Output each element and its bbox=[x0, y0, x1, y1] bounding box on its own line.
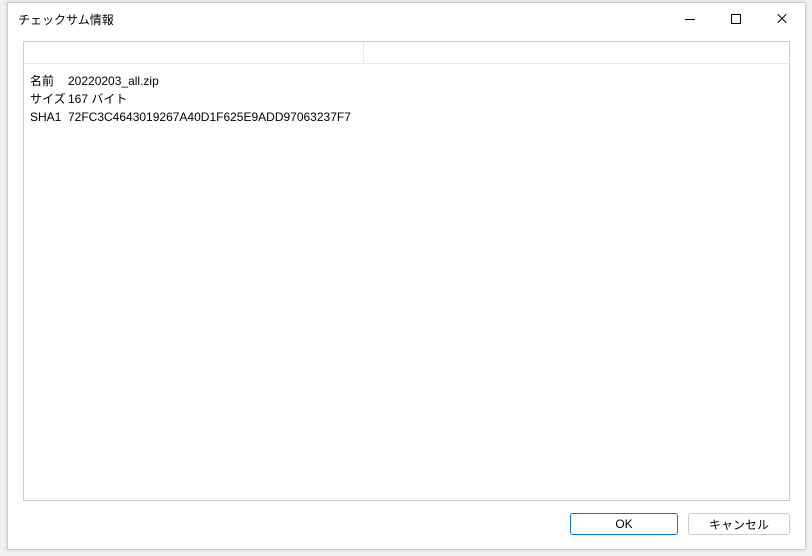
dialog-window: チェックサム情報 名前 20220203_all.zip サイズ 167 バイ bbox=[7, 2, 806, 550]
minimize-button[interactable] bbox=[667, 3, 713, 35]
label-size: サイズ bbox=[30, 90, 68, 108]
column-header bbox=[24, 42, 789, 64]
info-row-size: サイズ 167 バイト bbox=[30, 90, 783, 108]
value-size: 167 バイト bbox=[68, 90, 783, 108]
info-row-sha1: SHA1 72FC3C4643019267A40D1F625E9ADD97063… bbox=[30, 108, 783, 126]
close-button[interactable] bbox=[759, 3, 805, 35]
info-row-name: 名前 20220203_all.zip bbox=[30, 72, 783, 90]
maximize-icon bbox=[731, 14, 741, 24]
close-icon bbox=[776, 13, 788, 25]
titlebar: チェックサム情報 bbox=[8, 3, 805, 35]
column-separator[interactable] bbox=[24, 42, 364, 63]
window-title: チェックサム情報 bbox=[18, 11, 667, 28]
label-name: 名前 bbox=[30, 72, 68, 90]
ok-button[interactable]: OK bbox=[570, 513, 678, 535]
label-sha1: SHA1 bbox=[30, 108, 68, 126]
cancel-button[interactable]: キャンセル bbox=[688, 513, 790, 535]
maximize-button[interactable] bbox=[713, 3, 759, 35]
content-panel: 名前 20220203_all.zip サイズ 167 バイト SHA1 72F… bbox=[23, 41, 790, 501]
minimize-icon bbox=[685, 19, 695, 20]
button-bar: OK キャンセル bbox=[8, 507, 805, 549]
checksum-info: 名前 20220203_all.zip サイズ 167 バイト SHA1 72F… bbox=[24, 64, 789, 134]
value-name: 20220203_all.zip bbox=[68, 72, 783, 90]
window-controls bbox=[667, 3, 805, 35]
value-sha1: 72FC3C4643019267A40D1F625E9ADD97063237F7 bbox=[68, 108, 783, 126]
